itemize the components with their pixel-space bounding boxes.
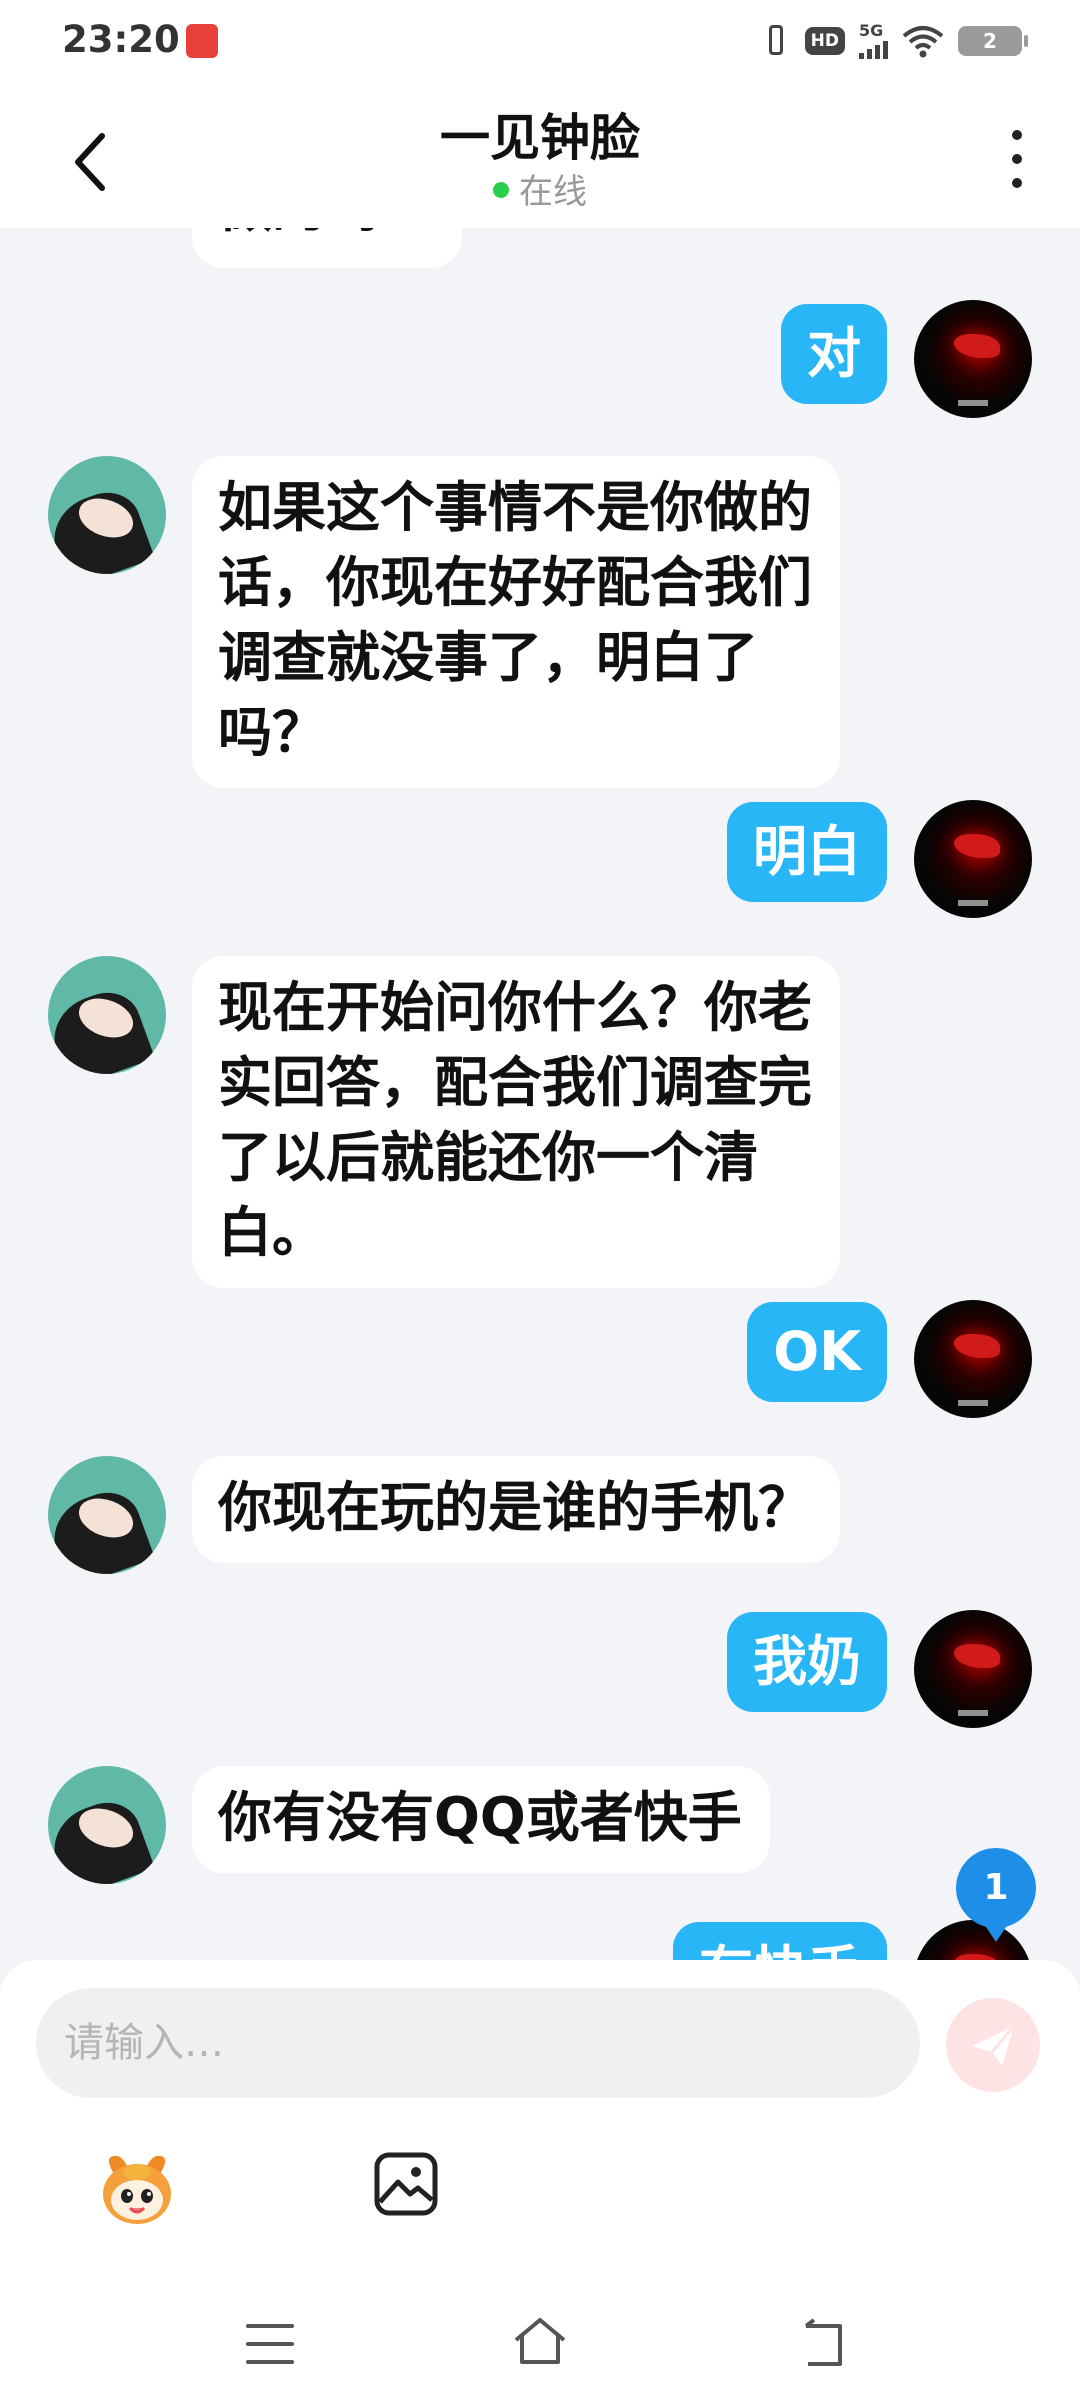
message-bubble-received[interactable]: 如果这个事情不是你做的 话，你现在好好配合我们 调查就没事了，明白了 吗？ [192,456,840,788]
status-icons: HD 5G 2 [761,22,1028,60]
unread-count-badge[interactable]: 1 [956,1848,1036,1942]
online-status-label: 在线 [519,172,587,212]
message-line: 吗？ [218,701,326,764]
message-text: 我奶 [753,1630,861,1693]
my-avatar[interactable] [914,300,1032,418]
more-options-button[interactable] [1002,124,1032,194]
message-bubble-received[interactable]: 你有没有QQ或者快手 [192,1766,770,1873]
chat-header: 一见钟脸 在线 [0,84,1080,228]
contact-avatar[interactable] [48,956,166,1074]
message-text: 你现在玩的是谁的手机？ [218,1476,812,1539]
chat-title: 一见钟脸 [440,109,640,167]
message-line: 话，你现在好好配合我们 [218,551,812,614]
message-bubble-sent[interactable]: 我奶 [727,1612,887,1712]
contact-avatar[interactable] [48,1456,166,1574]
contact-avatar[interactable] [48,456,166,574]
my-avatar[interactable] [914,1300,1032,1418]
signal-icon: 5G [859,23,888,59]
message-text: 对 [807,322,861,385]
image-icon[interactable] [372,2150,440,2218]
message-bubble-received[interactable]: 做的吗？ [192,228,462,268]
back-nav-button[interactable] [800,2316,850,2370]
network-type: 5G [859,21,884,40]
my-avatar[interactable] [914,1610,1032,1728]
message-list[interactable]: 做的吗？ 对 如果这个事情不是你做的 话，你现在好好配合我们 调查就没事了，明白… [0,228,1080,1960]
message-line: 白。 [218,1201,326,1264]
status-bar: 23:20 HD 5G 2 [0,0,1080,84]
send-button[interactable] [946,1998,1040,2092]
battery-icon: 2 [958,26,1028,56]
message-bubble-sent[interactable]: OK [747,1302,887,1402]
recents-button[interactable] [246,2324,294,2364]
message-bubble-sent[interactable]: 明白 [727,802,887,902]
message-input[interactable]: 请输入… [36,1988,920,2098]
vibrate-icon [761,22,791,60]
emoji-mascot-icon[interactable] [92,2144,182,2234]
message-bubble-sent[interactable]: 有快手 [673,1922,887,1960]
my-avatar[interactable] [914,1920,1032,1960]
message-text: 做的吗？ [218,228,434,239]
wifi-icon [902,26,944,58]
app-notification-icon [186,24,218,58]
message-line: 现在开始问你什么？你老 [218,976,812,1039]
message-bubble-received[interactable]: 现在开始问你什么？你老 实回答，配合我们调查完 了以后就能还你一个清 白。 [192,956,840,1288]
online-status: 在线 [0,164,1080,213]
message-text: 你有没有QQ或者快手 [218,1786,742,1849]
message-line: 了以后就能还你一个清 [218,1126,758,1189]
message-text: 明白 [753,820,861,883]
system-nav-bar [0,2290,1080,2400]
send-icon [972,2025,1016,2066]
message-line: 调查就没事了，明白了 [218,626,758,689]
hd-icon: HD [804,27,845,55]
message-bubble-received[interactable]: 你现在玩的是谁的手机？ [192,1456,840,1563]
status-time: 23:20 [62,18,180,61]
message-bubble-sent[interactable]: 对 [781,304,887,404]
contact-avatar[interactable] [48,1766,166,1884]
message-line: 实回答，配合我们调查完 [218,1051,812,1114]
message-text: 有快手 [699,1940,861,1960]
my-avatar[interactable] [914,800,1032,918]
home-button[interactable] [510,2314,570,2370]
online-dot-icon [493,181,509,198]
message-text: OK [773,1320,861,1383]
message-line: 如果这个事情不是你做的 [218,476,812,539]
